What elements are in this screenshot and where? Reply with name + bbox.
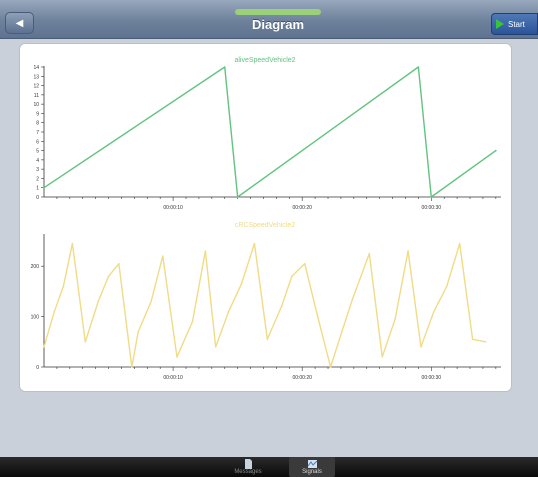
data-point bbox=[236, 196, 239, 198]
y-tick-label: 6 bbox=[36, 139, 39, 145]
data-point bbox=[417, 66, 420, 68]
series-line bbox=[43, 242, 486, 368]
y-tick-label: 10 bbox=[33, 102, 39, 108]
data-point bbox=[84, 341, 87, 343]
x-tick-label: 00:00:20 bbox=[292, 375, 312, 381]
y-tick-label: 200 bbox=[31, 264, 40, 270]
data-point bbox=[484, 341, 487, 343]
data-point bbox=[303, 262, 306, 265]
data-point bbox=[204, 250, 207, 252]
x-tick-label: 00:00:10 bbox=[163, 375, 183, 381]
data-point bbox=[240, 283, 243, 285]
chart-icon bbox=[307, 460, 317, 468]
data-point bbox=[118, 262, 120, 265]
chart-title: aliveSpeedVehicle2 bbox=[234, 57, 295, 64]
data-point bbox=[394, 318, 396, 320]
y-tick-label: 5 bbox=[36, 149, 39, 155]
navigation-bar: ◀ Diagram Start bbox=[0, 0, 538, 39]
charts-svg: aliveSpeedVehicle20123456789101112131400… bbox=[31, 57, 501, 381]
page-title: Diagram bbox=[251, 17, 305, 32]
data-point bbox=[253, 242, 256, 245]
data-point bbox=[107, 275, 110, 278]
data-point bbox=[445, 285, 448, 288]
data-point bbox=[368, 252, 371, 255]
data-point bbox=[214, 346, 217, 348]
data-point bbox=[266, 338, 269, 341]
data-point bbox=[53, 310, 56, 313]
data-point bbox=[176, 356, 178, 358]
data-point bbox=[495, 149, 497, 152]
play-icon bbox=[496, 19, 504, 29]
data-point bbox=[351, 298, 354, 300]
data-point bbox=[137, 330, 140, 333]
y-tick-label: 9 bbox=[36, 111, 39, 117]
back-button[interactable]: ◀ bbox=[5, 12, 34, 34]
back-arrow-icon: ◀ bbox=[15, 17, 24, 29]
data-point bbox=[150, 300, 152, 303]
y-tick-label: 4 bbox=[36, 158, 39, 164]
data-point bbox=[433, 310, 435, 313]
data-point bbox=[71, 242, 74, 245]
data-point bbox=[471, 338, 474, 341]
y-tick-label: 3 bbox=[36, 167, 39, 173]
data-point bbox=[291, 275, 293, 278]
data-point bbox=[97, 300, 100, 303]
y-tick-label: 7 bbox=[36, 130, 39, 136]
data-point bbox=[458, 242, 461, 245]
data-point bbox=[407, 250, 409, 252]
tab-signals[interactable]: Signals bbox=[289, 457, 335, 477]
y-tick-label: 11 bbox=[34, 93, 39, 99]
y-tick-label: 8 bbox=[36, 121, 39, 127]
data-point bbox=[280, 305, 283, 308]
tab-messages[interactable]: Messages bbox=[225, 457, 271, 477]
x-tick-label: 00:00:20 bbox=[292, 205, 312, 211]
data-point bbox=[223, 66, 226, 68]
chart-title: cRCSpeedVehicle2 bbox=[235, 222, 295, 229]
status-pill bbox=[235, 9, 321, 15]
data-point bbox=[342, 325, 345, 328]
y-tick-label: 14 bbox=[33, 65, 39, 71]
data-point bbox=[161, 255, 164, 257]
y-tick-label: 0 bbox=[36, 365, 39, 371]
data-point bbox=[62, 285, 65, 288]
series-line bbox=[43, 66, 497, 198]
data-point bbox=[316, 315, 319, 318]
data-point bbox=[329, 366, 332, 368]
data-point bbox=[43, 186, 45, 189]
tab-label: Signals bbox=[302, 469, 322, 475]
data-point bbox=[43, 346, 45, 348]
y-tick-label: 2 bbox=[36, 176, 39, 182]
data-point bbox=[381, 356, 384, 358]
data-point bbox=[430, 196, 433, 198]
data-point bbox=[227, 310, 230, 313]
start-label: Start bbox=[508, 19, 525, 29]
document-icon bbox=[244, 459, 252, 469]
tab-label: Messages bbox=[234, 469, 262, 475]
x-tick-label: 00:00:10 bbox=[163, 205, 183, 211]
data-point bbox=[420, 346, 422, 348]
y-tick-label: 100 bbox=[31, 315, 40, 321]
y-tick-label: 1 bbox=[36, 186, 39, 192]
tab-bar: Messages Signals bbox=[0, 457, 538, 477]
diagram-panel: aliveSpeedVehicle2 0 1 2 3 4 5 6 7 8 9 10 11 12 13 14 00… bbox=[19, 43, 512, 392]
x-tick-label: 00:00:30 bbox=[422, 375, 442, 381]
data-point bbox=[191, 320, 194, 323]
data-point bbox=[130, 366, 133, 368]
y-tick-label: 13 bbox=[33, 74, 39, 80]
start-button[interactable]: Start bbox=[491, 13, 538, 35]
y-tick-label: 12 bbox=[33, 84, 39, 90]
y-tick-label: 0 bbox=[36, 195, 39, 201]
x-tick-label: 00:00:30 bbox=[422, 205, 442, 211]
